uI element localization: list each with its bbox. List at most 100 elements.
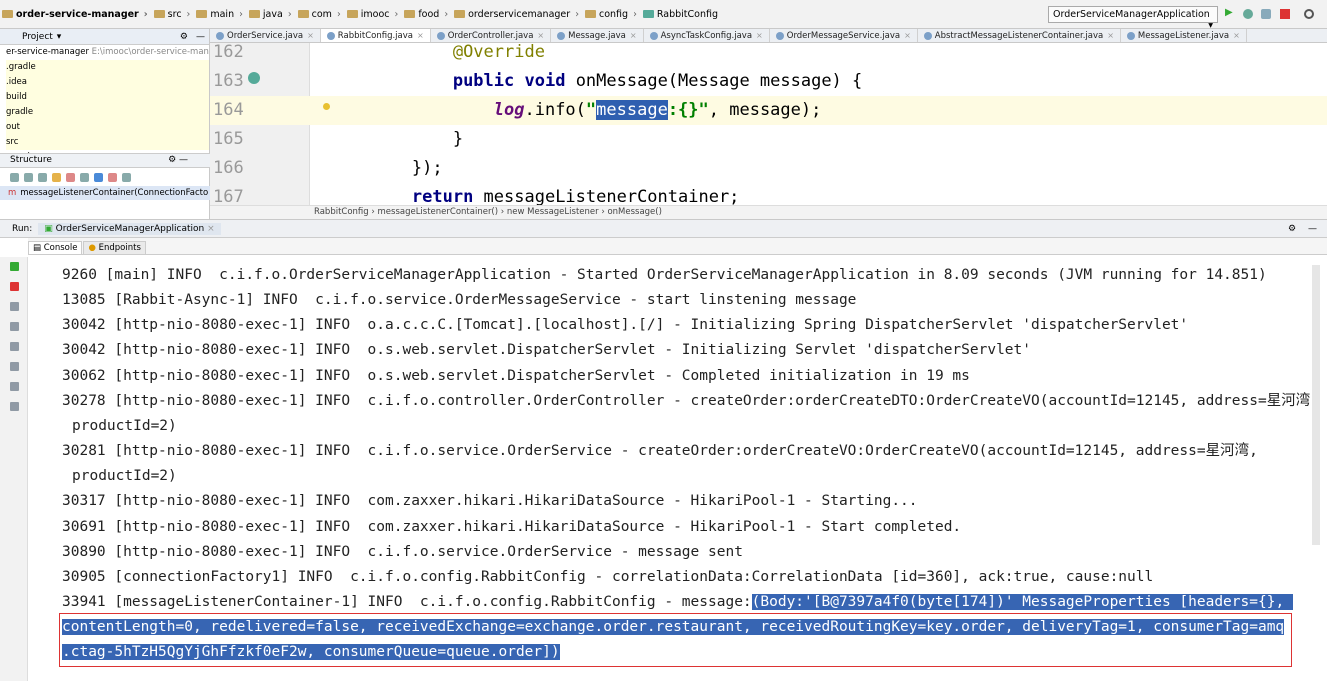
breadcrumb-item[interactable]: orderservicemanager ›: [454, 9, 579, 20]
run-icon[interactable]: ▶: [1225, 7, 1235, 18]
breadcrumb-separator: ›: [394, 8, 399, 20]
console-line: productId=2): [72, 417, 177, 434]
close-icon[interactable]: ×: [756, 31, 763, 40]
folder-icon: [404, 10, 416, 18]
breadcrumb-item[interactable]: food ›: [404, 9, 448, 20]
search-icon[interactable]: [1304, 9, 1314, 19]
editor-breadcrumb-item[interactable]: messageListenerContainer(): [378, 207, 499, 217]
code-line[interactable]: 165 }: [210, 125, 1327, 154]
code-line[interactable]: 162 @Override: [210, 43, 1327, 67]
tree-item[interactable]: src: [6, 135, 209, 150]
breadcrumb-item[interactable]: java ›: [248, 9, 292, 20]
hide-icon[interactable]: —: [1308, 224, 1317, 234]
run-config-select[interactable]: OrderServiceManagerApplication ▾: [1048, 6, 1218, 31]
run-config-tab[interactable]: ▣ OrderServiceManagerApplication ×: [38, 222, 221, 235]
sort-icon[interactable]: [10, 172, 19, 182]
bulb-icon[interactable]: [323, 103, 330, 110]
settings-icon[interactable]: ⚙: [1288, 224, 1296, 234]
console-scrollbar[interactable]: [1312, 265, 1320, 545]
show-fields-icon[interactable]: [38, 172, 47, 182]
breadcrumb-item[interactable]: config ›: [585, 9, 637, 20]
hide-icon[interactable]: —: [196, 32, 205, 42]
show-inherited-icon[interactable]: [94, 172, 103, 182]
code-line[interactable]: 164 log.info("message:{}", message);: [210, 96, 1327, 125]
settings-icon[interactable]: ⚙: [180, 32, 188, 42]
code-line[interactable]: 163 public void onMessage(Message messag…: [210, 67, 1327, 96]
close-icon[interactable]: ×: [417, 31, 424, 40]
tree-item[interactable]: gradle: [6, 105, 209, 120]
editor-tab[interactable]: OrderController.java ×: [431, 29, 552, 42]
stop-icon[interactable]: [10, 282, 19, 291]
settings-icon[interactable]: [10, 342, 19, 351]
method-icon: m: [8, 188, 17, 198]
tree-item[interactable]: out: [6, 120, 209, 135]
pin-icon[interactable]: [10, 402, 19, 411]
editor-tab[interactable]: AbstractMessageListenerContainer.java ×: [918, 29, 1121, 42]
annotation-box: [59, 613, 1292, 667]
show-properties-icon[interactable]: [66, 172, 75, 182]
breadcrumb-separator: ›: [186, 8, 191, 20]
console-tabs: ▤ Console ● Endpoints: [28, 238, 1327, 255]
close-icon[interactable]: ×: [307, 31, 314, 40]
code-editor[interactable]: 162 @Override 163 public void onMessage(M…: [210, 43, 1327, 205]
sort-alpha-icon[interactable]: [24, 172, 33, 182]
tree-item[interactable]: .gradle: [6, 60, 209, 75]
breadcrumb-item[interactable]: RabbitConfig: [642, 9, 718, 20]
filter-icon[interactable]: [80, 172, 89, 182]
stop-icon[interactable]: [1280, 9, 1290, 19]
tree-item[interactable]: .idea: [6, 75, 209, 90]
console-icon: ▤: [33, 243, 44, 253]
editor-breadcrumb-item[interactable]: new MessageListener: [507, 207, 599, 217]
implement-marker-icon[interactable]: [248, 72, 260, 84]
close-icon[interactable]: ×: [207, 224, 215, 234]
tab-console[interactable]: ▤ Console: [28, 241, 83, 254]
coverage-icon[interactable]: [1261, 9, 1271, 19]
console-selection[interactable]: (Body:'[B@7397a4f0(byte[174])' MessagePr…: [751, 593, 1293, 610]
code-line[interactable]: 167 return messageListenerContainer;: [210, 183, 1327, 205]
camera-icon[interactable]: [10, 322, 19, 331]
project-view-select[interactable]: Project: [4, 32, 53, 42]
editor-tab[interactable]: Message.java ×: [551, 29, 644, 42]
settings-icon[interactable]: ⚙ —: [168, 155, 188, 165]
breadcrumb-item[interactable]: com ›: [297, 9, 341, 20]
breadcrumb-item[interactable]: src ›: [153, 8, 191, 20]
editor-tab[interactable]: AsyncTaskConfig.java ×: [644, 29, 770, 42]
structure-item[interactable]: m messageListenerContainer(ConnectionFact…: [0, 186, 210, 200]
chevron-down-icon[interactable]: ▾: [57, 32, 62, 42]
project-root-item[interactable]: er-service-manager E:\imooc\order-servic…: [6, 45, 209, 60]
anonymous-class-icon[interactable]: [108, 172, 117, 182]
code-line[interactable]: 166 });: [210, 154, 1327, 183]
editor-breadcrumb-item[interactable]: onMessage(): [607, 207, 661, 217]
code-text: @Override: [330, 43, 545, 67]
breadcrumb-item[interactable]: order-service-manager ›: [2, 9, 148, 20]
close-icon[interactable]: ×: [904, 31, 911, 40]
code-token: return: [411, 187, 474, 205]
code-token: });: [411, 158, 443, 178]
close-icon[interactable]: ×: [1233, 31, 1240, 40]
folder-icon: [2, 10, 13, 18]
exit-icon[interactable]: [10, 382, 19, 391]
rerun-icon[interactable]: [10, 262, 19, 271]
lambda-icon[interactable]: [122, 172, 131, 182]
breadcrumb-item[interactable]: imooc ›: [346, 8, 399, 20]
editor-tab[interactable]: RabbitConfig.java ×: [320, 29, 431, 42]
close-icon[interactable]: ×: [630, 31, 637, 40]
show-methods-icon[interactable]: [52, 172, 61, 182]
restore-layout-icon[interactable]: [10, 362, 19, 371]
structure-panel-header: Structure ⚙ —: [0, 153, 210, 168]
close-icon[interactable]: ×: [1107, 31, 1114, 40]
tree-item[interactable]: build: [6, 90, 209, 105]
line-number: 163: [213, 71, 244, 91]
project-tree[interactable]: er-service-manager E:\imooc\order-servic…: [0, 45, 209, 165]
editor-tab[interactable]: MessageListener.java ×: [1121, 29, 1247, 42]
editor-tab[interactable]: OrderService.java ×: [210, 29, 321, 42]
pause-icon[interactable]: [10, 302, 19, 311]
debug-icon[interactable]: [1243, 9, 1253, 19]
project-panel: Project ▾ ⚙ — er-service-manager E:\imoo…: [0, 29, 210, 219]
breadcrumb-item[interactable]: main ›: [196, 9, 243, 20]
editor-breadcrumb-item[interactable]: RabbitConfig: [314, 207, 369, 217]
java-class-icon: [216, 31, 224, 40]
close-icon[interactable]: ×: [537, 31, 544, 40]
tab-endpoints[interactable]: ● Endpoints: [83, 241, 146, 254]
editor-tab[interactable]: OrderMessageService.java ×: [770, 29, 918, 42]
